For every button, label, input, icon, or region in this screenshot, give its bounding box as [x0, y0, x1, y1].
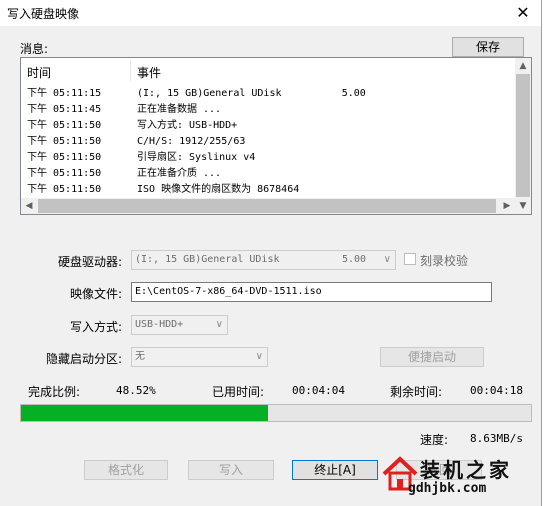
stop-button[interactable]: 终止[A]: [292, 460, 378, 480]
hidden-partition-label: 隐藏启动分区:: [46, 352, 123, 366]
log-event: ISO 映像文件的扇区数为 8678464: [137, 184, 300, 195]
log-time: 下午 05:11:50: [27, 120, 102, 131]
write-disk-image-dialog: 写入硬盘映像 ✕ 消息: 保存 时间 事件 下午 05:11:15 (I:, 15…: [0, 0, 542, 506]
drive-select: (I:, 15 GB)General UDisk 5.00 ∨: [131, 250, 396, 270]
log-time: 下午 05:11:50: [27, 184, 102, 195]
window-title: 写入硬盘映像: [7, 7, 80, 21]
write-method-value: USB-HDD+: [135, 319, 184, 330]
completion-label: 完成比例:: [28, 385, 81, 399]
completion-value: 48.52%: [116, 384, 156, 397]
watermark-brand: 装机之家: [420, 458, 512, 482]
hidden-partition-value: 无: [135, 351, 145, 362]
chevron-down-icon: ∨: [383, 254, 391, 265]
drive-select-value: (I:, 15 GB)General UDisk: [135, 254, 280, 265]
log-time: 下午 05:11:45: [27, 104, 102, 115]
scroll-left-icon[interactable]: ◀: [21, 198, 37, 214]
write-method-select: USB-HDD+ ∨: [131, 315, 228, 335]
watermark: 装机之家 gdhjbk.com: [380, 448, 530, 504]
column-header-event[interactable]: 事件: [137, 65, 161, 81]
speed-label: 速度:: [420, 433, 449, 447]
hidden-partition-select: 无 ∨: [131, 347, 268, 367]
vertical-scrollbar[interactable]: ▲ ▼: [515, 58, 531, 214]
watermark-url: gdhjbk.com: [408, 481, 487, 496]
quick-boot-button[interactable]: 便捷启动: [380, 347, 484, 367]
close-icon[interactable]: ✕: [513, 3, 533, 22]
drive-label: 硬盘驱动器:: [58, 255, 123, 269]
log-event: 正在准备数据 ...: [137, 104, 222, 115]
write-button[interactable]: 写入: [188, 460, 274, 480]
log-time: 下午 05:11:50: [27, 168, 102, 179]
verify-checkbox[interactable]: [404, 253, 416, 265]
scroll-down-icon[interactable]: ▼: [515, 198, 531, 214]
log-time: 下午 05:11:50: [27, 152, 102, 163]
background-window-edge: [542, 0, 549, 506]
title-bar: 写入硬盘映像 ✕: [0, 0, 541, 26]
horizontal-scrollbar[interactable]: ◀ ▶: [21, 198, 515, 214]
column-header-time[interactable]: 时间: [27, 65, 51, 81]
remaining-value: 00:04:18: [470, 384, 523, 397]
log-event: 引导扇区: Syslinux v4: [137, 152, 256, 163]
log-event: (I:, 15 GB)General UDisk 5.00: [137, 88, 366, 99]
remaining-label: 剩余时间:: [390, 385, 443, 399]
chevron-down-icon: ∨: [215, 319, 223, 330]
vertical-scroll-thumb[interactable]: [516, 74, 530, 197]
elapsed-value: 00:04:04: [292, 384, 345, 397]
chevron-down-icon: ∨: [255, 351, 263, 362]
format-button[interactable]: 格式化: [84, 460, 168, 480]
log-event: C/H/S: 1912/255/63: [137, 136, 246, 147]
scroll-right-icon[interactable]: ▶: [499, 198, 515, 214]
horizontal-scroll-thumb[interactable]: [38, 199, 496, 213]
image-file-label: 映像文件:: [70, 287, 123, 301]
progress-fill: [21, 405, 269, 421]
scroll-up-icon[interactable]: ▲: [515, 58, 531, 74]
column-divider: [130, 61, 131, 81]
save-button[interactable]: 保存: [452, 37, 524, 57]
write-progress-bar: [20, 404, 532, 422]
log-time: 下午 05:11:15: [27, 88, 102, 99]
messages-label: 消息:: [20, 42, 49, 56]
message-log[interactable]: 时间 事件 下午 05:11:15 (I:, 15 GB)General UDis…: [20, 57, 532, 215]
verify-label: 刻录校验: [420, 254, 469, 268]
log-event: 写入方式: USB-HDD+: [137, 120, 238, 131]
drive-version: 5.00: [342, 254, 367, 265]
write-method-label: 写入方式:: [70, 320, 123, 334]
elapsed-label: 已用时间:: [212, 385, 265, 399]
speed-value: 8.63MB/s: [470, 432, 523, 445]
log-event: 正在准备介质 ...: [137, 168, 222, 179]
log-time: 下午 05:11:50: [27, 136, 102, 147]
image-file-input[interactable]: E:\CentOS-7-x86_64-DVD-1511.iso: [131, 282, 492, 302]
